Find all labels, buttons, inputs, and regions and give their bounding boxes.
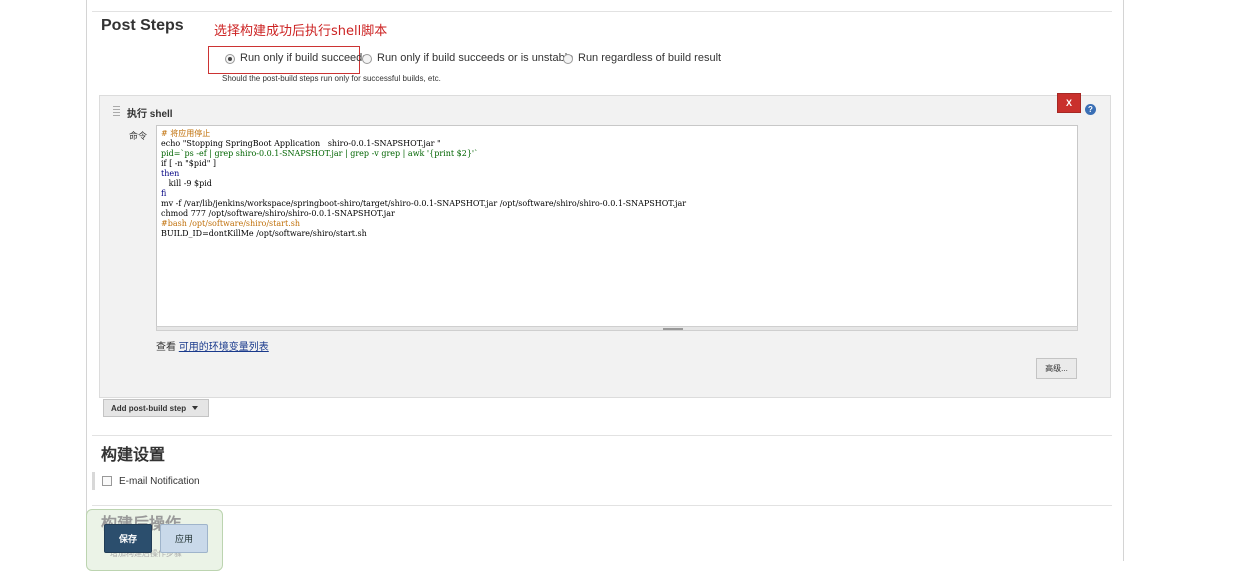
email-notification-label: E-mail Notification	[119, 475, 200, 487]
radio-selected-icon[interactable]	[225, 54, 235, 64]
radio-icon[interactable]	[362, 54, 372, 64]
build-settings-title: 构建设置	[101, 447, 166, 464]
env-vars-line: 查看 可用的环境变量列表	[156, 338, 269, 353]
command-textarea[interactable]: # 将应用停止 echo "Stopping SpringBoot Applica…	[156, 125, 1078, 328]
advanced-button[interactable]: 高级...	[1036, 358, 1077, 379]
radio-run-if-succeeds-or-unstable[interactable]: Run only if build succeeds or is unstabl…	[362, 52, 573, 64]
save-button[interactable]: 保存	[104, 524, 152, 553]
email-notification-option[interactable]: E-mail Notification	[92, 472, 200, 490]
code-line: chmod 777 /opt/software/shiro/shiro-0.0.…	[161, 209, 395, 218]
drag-handle-icon[interactable]	[113, 106, 120, 117]
radio-label: Run only if build succeeds or is unstabl…	[377, 52, 574, 64]
add-post-build-step-button[interactable]: Add post-build step	[103, 399, 209, 417]
code-line: # 将应用停止	[161, 129, 211, 138]
code-content: # 将应用停止 echo "Stopping SpringBoot Applica…	[161, 129, 686, 239]
post-steps-title: Post Steps	[101, 17, 184, 34]
divider	[92, 435, 1112, 436]
divider	[92, 11, 1112, 12]
radio-label: Run regardless of build result	[578, 52, 722, 64]
apply-button[interactable]: 应用	[160, 524, 208, 553]
code-line: then	[161, 169, 180, 178]
divider	[92, 505, 1112, 506]
env-vars-link[interactable]: 可用的环境变量列表	[179, 342, 269, 353]
shell-step-title: 执行 shell	[127, 109, 173, 120]
checkbox-icon[interactable]	[102, 476, 112, 486]
annotation-text: 选择构建成功后执行shell脚本	[214, 24, 388, 39]
code-line: echo "Stopping SpringBoot Application sh…	[161, 139, 441, 148]
post-steps-help-text: Should the post-build steps run only for…	[222, 74, 441, 83]
code-line: BUILD_ID=dontKillMe /opt/software/shiro/…	[161, 229, 367, 238]
help-icon[interactable]: ?	[1085, 104, 1096, 115]
resize-grip-icon[interactable]	[663, 328, 683, 330]
add-post-build-step-label: Add post-build step	[111, 403, 187, 413]
delete-step-button[interactable]: X	[1057, 93, 1081, 113]
code-line: mv -f /var/lib/jenkins/workspace/springb…	[161, 199, 687, 208]
radio-label: Run only if build succeeds	[240, 52, 368, 64]
code-line: #bash /opt/software/shiro/start.sh	[161, 219, 300, 228]
command-label: 命令	[129, 131, 148, 141]
code-line: fi	[161, 189, 167, 198]
radio-icon[interactable]	[563, 54, 573, 64]
code-line: if [ -n "$pid" ]	[161, 159, 217, 168]
textarea-resize-bar[interactable]	[156, 326, 1078, 331]
chevron-down-icon	[192, 406, 199, 410]
execute-shell-step: 执行 shell X ? 命令 # 将应用停止 echo "Stopping Sp…	[99, 93, 1111, 398]
radio-run-if-succeeds[interactable]: Run only if build succeeds	[225, 52, 368, 64]
code-line: pid=`ps -ef | grep shiro-0.0.1-SNAPSHOT.…	[161, 149, 479, 158]
code-line: kill -9 $pid	[161, 179, 212, 188]
env-prefix: 查看	[156, 342, 176, 353]
radio-run-regardless[interactable]: Run regardless of build result	[563, 52, 721, 64]
